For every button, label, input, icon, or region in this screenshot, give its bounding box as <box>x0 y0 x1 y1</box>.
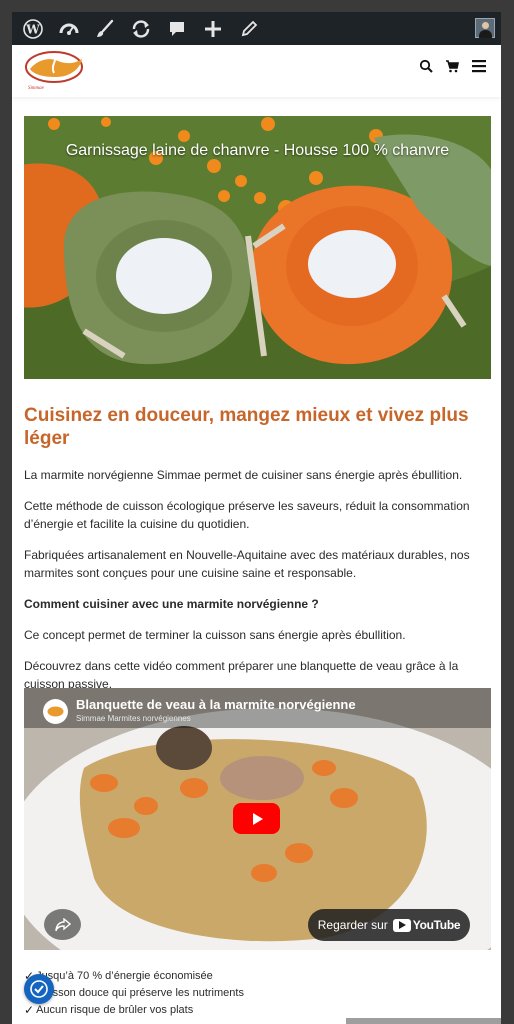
dashboard-icon[interactable] <box>56 16 82 42</box>
benefits-list: ✓Jusqu’à 70 % d’énergie économisée ✓Cuis… <box>24 968 489 1019</box>
watch-label: Regarder sur <box>317 918 388 932</box>
paragraph-method: Cette méthode de cuisson écologique prés… <box>24 499 470 531</box>
accessibility-button[interactable] <box>24 974 54 1004</box>
comments-icon[interactable] <box>164 16 190 42</box>
checkmark-icon: ✓ <box>24 1003 35 1017</box>
menu-icon[interactable] <box>471 59 487 73</box>
edit-pencil-icon[interactable] <box>236 16 262 42</box>
paragraph-artisanal: Fabriquées artisanalement en Nouvelle-Aq… <box>24 548 470 580</box>
hero-caption: Garnissage laine de chanvre - Housse 100… <box>65 142 450 159</box>
play-button[interactable] <box>233 803 280 834</box>
share-icon <box>54 917 71 931</box>
wp-admin-bar: W <box>12 12 501 45</box>
list-item: ✓Cuisson douce qui préserve les nutrimen… <box>24 985 489 1002</box>
paragraph-intro: La marmite norvégienne Simmae permet de … <box>24 468 463 482</box>
site-logo[interactable]: Simmae <box>24 49 88 93</box>
cart-icon[interactable] <box>445 59 459 73</box>
accessibility-icon <box>30 980 48 998</box>
video-title[interactable]: Blanquette de veau à la marmite norvégie… <box>76 697 356 712</box>
share-button[interactable] <box>44 909 81 940</box>
wordpress-icon[interactable]: W <box>20 16 46 42</box>
horizontal-scrollbar[interactable] <box>346 1018 501 1024</box>
updates-icon[interactable] <box>128 16 154 42</box>
video-channel[interactable]: Simmae Marmites norvégiennes <box>76 714 191 723</box>
page-heading: Cuisinez en douceur, mangez mieux et viv… <box>24 405 469 449</box>
youtube-logo: YouTube <box>392 918 461 932</box>
list-item: ✓ Aucun risque de brûler vos plats <box>24 1003 194 1017</box>
channel-logo[interactable] <box>43 699 68 724</box>
list-item: ✓Jusqu’à 70 % d’énergie économisée <box>24 968 489 985</box>
youtube-wordmark: YouTube <box>412 918 461 932</box>
subheading-how-to: Comment cuisiner avec une marmite norvég… <box>24 597 319 611</box>
watch-on-youtube-button[interactable]: Regarder sur YouTube <box>308 909 470 941</box>
search-icon[interactable] <box>419 59 433 73</box>
site-header: Simmae <box>12 45 501 97</box>
youtube-video-embed[interactable]: Blanquette de veau à la marmite norvégie… <box>24 688 491 950</box>
svg-text:W: W <box>25 22 40 36</box>
paragraph-concept: Ce concept permet de terminer la cuisson… <box>24 628 406 642</box>
browser-viewport: W Simmae Garnissage laine de chanvre - H… <box>12 12 501 1024</box>
customize-brush-icon[interactable] <box>92 16 118 42</box>
user-avatar[interactable] <box>475 18 495 38</box>
article: Cuisinez en douceur, mangez mieux et viv… <box>24 404 489 706</box>
new-content-icon[interactable] <box>200 16 226 42</box>
hero-image: Garnissage laine de chanvre - Housse 100… <box>24 116 491 379</box>
logo-wordmark: Simmae <box>28 86 45 91</box>
